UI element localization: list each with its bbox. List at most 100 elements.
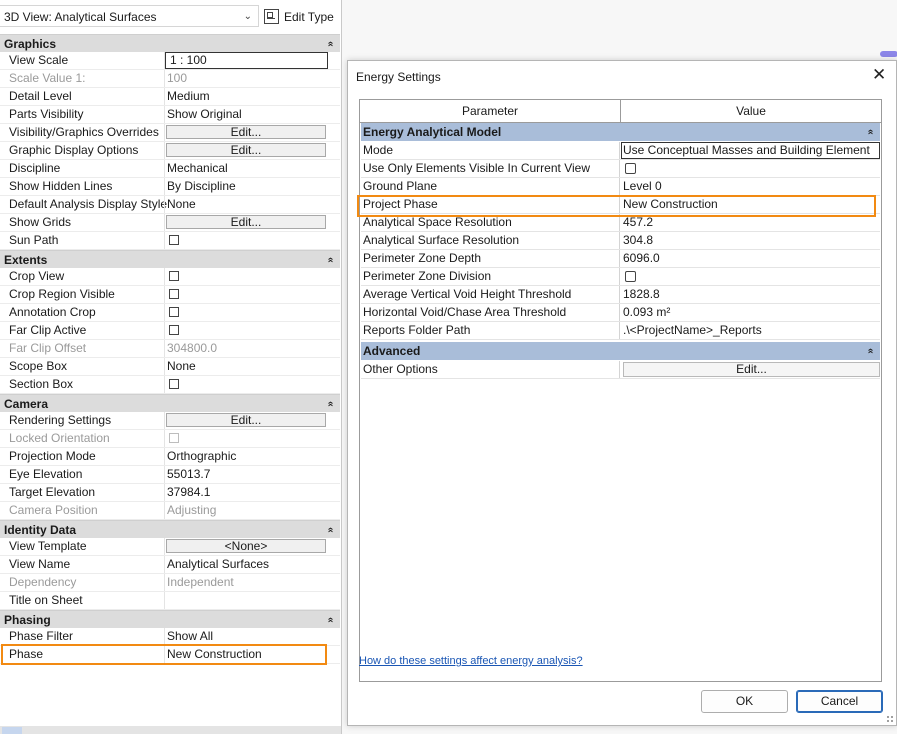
parameter-value[interactable]: 1828.8 xyxy=(623,286,660,303)
property-row-discipline[interactable]: Discipline Mechanical xyxy=(0,160,340,178)
property-row-target-elevation[interactable]: Target Elevation 37984.1 xyxy=(0,484,340,502)
property-edit-button[interactable]: Edit... xyxy=(166,143,326,157)
parameter-value[interactable]: 6096.0 xyxy=(623,250,660,267)
property-value[interactable]: 55013.7 xyxy=(167,466,210,483)
collapse-icon[interactable]: » xyxy=(322,257,340,263)
energy-settings-grid: Parameter Value Energy Analytical Model »… xyxy=(359,99,882,682)
parameter-row-mode[interactable]: Mode Use Conceptual Masses and Building E… xyxy=(361,142,880,160)
property-label: View Name xyxy=(9,557,71,571)
collapse-icon[interactable]: » xyxy=(322,527,340,533)
property-value[interactable]: Orthographic xyxy=(167,448,236,465)
property-checkbox[interactable] xyxy=(169,289,179,299)
property-checkbox[interactable] xyxy=(169,325,179,335)
edit-type-button[interactable]: Edit Type xyxy=(264,7,334,27)
property-row-default-analysis-display-style[interactable]: Default Analysis Display Style None xyxy=(0,196,340,214)
parameter-row-horizontal-void-chase-area-threshold[interactable]: Horizontal Void/Chase Area Threshold 0.09… xyxy=(361,304,880,322)
parameter-value[interactable]: 304.8 xyxy=(623,232,653,249)
parameter-value-dropdown[interactable]: Use Conceptual Masses and Building Eleme… xyxy=(621,142,880,159)
help-link[interactable]: How do these settings affect energy anal… xyxy=(359,655,583,667)
property-row-phase-filter[interactable]: Phase Filter Show All xyxy=(0,628,340,646)
grid-section-advanced[interactable]: Advanced » xyxy=(361,342,880,360)
property-edit-button[interactable]: Edit... xyxy=(166,215,326,229)
property-value[interactable]: Mechanical xyxy=(167,160,228,177)
property-label: Show Hidden Lines xyxy=(9,179,113,193)
section-header-camera[interactable]: Camera » xyxy=(0,394,340,412)
section-header-identity-data[interactable]: Identity Data » xyxy=(0,520,340,538)
property-row-title-on-sheet[interactable]: Title on Sheet xyxy=(0,592,340,610)
parameter-value[interactable]: New Construction xyxy=(623,196,718,213)
property-row-section-box[interactable]: Section Box xyxy=(0,376,340,394)
property-row-crop-region-visible[interactable]: Crop Region Visible xyxy=(0,286,340,304)
property-checkbox[interactable] xyxy=(169,235,179,245)
resize-grip-icon[interactable] xyxy=(886,715,894,723)
property-edit-button[interactable]: Edit... xyxy=(166,125,326,139)
property-row-crop-view[interactable]: Crop View xyxy=(0,268,340,286)
property-row-detail-level[interactable]: Detail Level Medium xyxy=(0,88,340,106)
property-checkbox[interactable] xyxy=(169,307,179,317)
property-checkbox[interactable] xyxy=(169,379,179,389)
property-row-far-clip-active[interactable]: Far Clip Active xyxy=(0,322,340,340)
close-icon[interactable]: ✕ xyxy=(872,66,886,84)
grid-section-energy-analytical-model[interactable]: Energy Analytical Model » xyxy=(361,123,880,141)
property-value[interactable]: By Discipline xyxy=(167,178,236,195)
parameter-row-analytical-surface-resolution[interactable]: Analytical Surface Resolution 304.8 xyxy=(361,232,880,250)
property-row-visibility-graphics-overrides[interactable]: Visibility/Graphics Overrides Edit... xyxy=(0,124,340,142)
property-row-sun-path[interactable]: Sun Path xyxy=(0,232,340,250)
section-header-extents[interactable]: Extents » xyxy=(0,250,340,268)
parameter-row-project-phase[interactable]: Project Phase New Construction xyxy=(361,196,880,214)
collapse-icon[interactable]: » xyxy=(322,617,340,623)
property-row-scope-box[interactable]: Scope Box None xyxy=(0,358,340,376)
property-value[interactable]: None xyxy=(167,196,196,213)
property-edit-button[interactable]: <None> xyxy=(166,539,326,553)
property-row-view-scale[interactable]: View Scale 1 : 100 xyxy=(0,52,340,70)
property-row-graphic-display-options[interactable]: Graphic Display Options Edit... xyxy=(0,142,340,160)
cancel-button[interactable]: Cancel xyxy=(796,690,883,713)
parameter-row-other-options[interactable]: Other Options Edit... xyxy=(361,361,880,379)
property-row-eye-elevation[interactable]: Eye Elevation 55013.7 xyxy=(0,466,340,484)
parameter-row-use-only-elements-visible-in-current-view[interactable]: Use Only Elements Visible In Current Vie… xyxy=(361,160,880,178)
apply-button-stub[interactable] xyxy=(2,727,22,734)
section-header-graphics[interactable]: Graphics » xyxy=(0,34,340,52)
collapse-icon[interactable]: » xyxy=(862,129,880,135)
collapse-icon[interactable]: » xyxy=(322,401,340,407)
section-title: Identity Data xyxy=(4,523,77,537)
property-checkbox[interactable] xyxy=(169,271,179,281)
property-row-phase[interactable]: Phase New Construction xyxy=(0,646,340,664)
parameter-checkbox[interactable] xyxy=(625,163,636,174)
property-row-parts-visibility[interactable]: Parts Visibility Show Original xyxy=(0,106,340,124)
property-row-annotation-crop[interactable]: Annotation Crop xyxy=(0,304,340,322)
collapse-icon[interactable]: » xyxy=(862,348,880,354)
parameter-value[interactable]: Level 0 xyxy=(623,178,662,195)
property-row-projection-mode[interactable]: Projection Mode Orthographic xyxy=(0,448,340,466)
property-row-show-hidden-lines[interactable]: Show Hidden Lines By Discipline xyxy=(0,178,340,196)
property-row-view-name[interactable]: View Name Analytical Surfaces xyxy=(0,556,340,574)
parameter-row-reports-folder-path[interactable]: Reports Folder Path .\<ProjectName>_Repor… xyxy=(361,322,880,340)
property-value[interactable]: Analytical Surfaces xyxy=(167,556,269,573)
property-row-view-template[interactable]: View Template <None> xyxy=(0,538,340,556)
ok-button[interactable]: OK xyxy=(701,690,788,713)
property-edit-button[interactable]: Edit... xyxy=(166,413,326,427)
parameter-value[interactable]: 457.2 xyxy=(623,214,653,231)
property-value[interactable]: 37984.1 xyxy=(167,484,210,501)
section-header-phasing[interactable]: Phasing » xyxy=(0,610,340,628)
property-row-show-grids[interactable]: Show Grids Edit... xyxy=(0,214,340,232)
parameter-row-perimeter-zone-division[interactable]: Perimeter Zone Division xyxy=(361,268,880,286)
property-row-rendering-settings[interactable]: Rendering Settings Edit... xyxy=(0,412,340,430)
parameter-row-average-vertical-void-height-threshold[interactable]: Average Vertical Void Height Threshold 18… xyxy=(361,286,880,304)
collapse-icon[interactable]: » xyxy=(322,41,340,47)
parameter-row-analytical-space-resolution[interactable]: Analytical Space Resolution 457.2 xyxy=(361,214,880,232)
parameter-value[interactable]: 0.093 m² xyxy=(623,304,670,321)
parameter-checkbox[interactable] xyxy=(625,271,636,282)
property-value[interactable]: Medium xyxy=(167,88,210,105)
property-value[interactable]: None xyxy=(167,358,196,375)
parameter-row-perimeter-zone-depth[interactable]: Perimeter Zone Depth 6096.0 xyxy=(361,250,880,268)
parameter-row-ground-plane[interactable]: Ground Plane Level 0 xyxy=(361,178,880,196)
column-divider xyxy=(619,361,620,378)
parameter-value[interactable]: .\<ProjectName>_Reports xyxy=(623,322,762,339)
parameter-edit-button[interactable]: Edit... xyxy=(623,362,880,377)
property-value[interactable]: Show All xyxy=(167,628,213,645)
property-value-input[interactable]: 1 : 100 xyxy=(165,52,328,69)
property-value[interactable]: New Construction xyxy=(167,646,262,663)
property-value[interactable]: Show Original xyxy=(167,106,242,123)
type-selector-dropdown[interactable]: 3D View: Analytical Surfaces ⌄ xyxy=(0,5,259,27)
